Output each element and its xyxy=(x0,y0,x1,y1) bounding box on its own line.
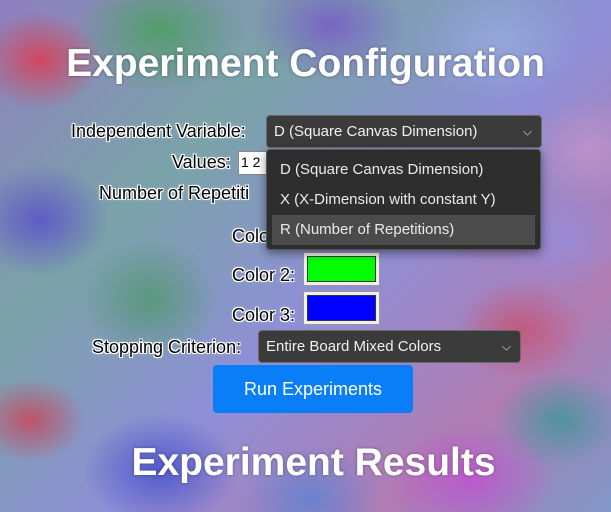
independent-variable-value: D (Square Canvas Dimension) xyxy=(274,123,478,140)
color2-swatch xyxy=(307,256,376,282)
chevron-down-icon: ⌵ xyxy=(501,339,511,353)
chevron-down-icon: ⌵ xyxy=(522,124,532,138)
color3-label: Color 3: xyxy=(232,305,296,325)
color1-label: Colo xyxy=(232,226,270,246)
independent-variable-select[interactable]: D (Square Canvas Dimension) ⌵ xyxy=(266,115,542,148)
color2-picker[interactable] xyxy=(303,252,380,286)
option-r[interactable]: R (Number of Repetitions) xyxy=(272,215,535,245)
results-title: Experiment Results xyxy=(131,441,496,484)
values-label: Values: xyxy=(172,152,231,172)
independent-variable-menu: D (Square Canvas Dimension) X (X-Dimensi… xyxy=(266,149,541,250)
option-x[interactable]: X (X-Dimension with constant Y) xyxy=(272,185,535,215)
option-d[interactable]: D (Square Canvas Dimension) xyxy=(272,155,535,185)
color2-label: Color 2: xyxy=(232,265,296,285)
independent-variable-label: Independent Variable: xyxy=(71,121,246,141)
stopping-criterion-value: Entire Board Mixed Colors xyxy=(266,338,442,355)
repetitions-label: Number of Repetiti xyxy=(99,183,250,203)
config-title: Experiment Configuration xyxy=(66,42,545,85)
run-experiments-button[interactable]: Run Experiments xyxy=(213,365,413,413)
color3-picker[interactable] xyxy=(303,291,380,325)
stopping-criterion-label: Stopping Criterion: xyxy=(92,337,242,357)
color3-swatch xyxy=(307,295,376,321)
stopping-criterion-select[interactable]: Entire Board Mixed Colors ⌵ xyxy=(258,330,521,363)
